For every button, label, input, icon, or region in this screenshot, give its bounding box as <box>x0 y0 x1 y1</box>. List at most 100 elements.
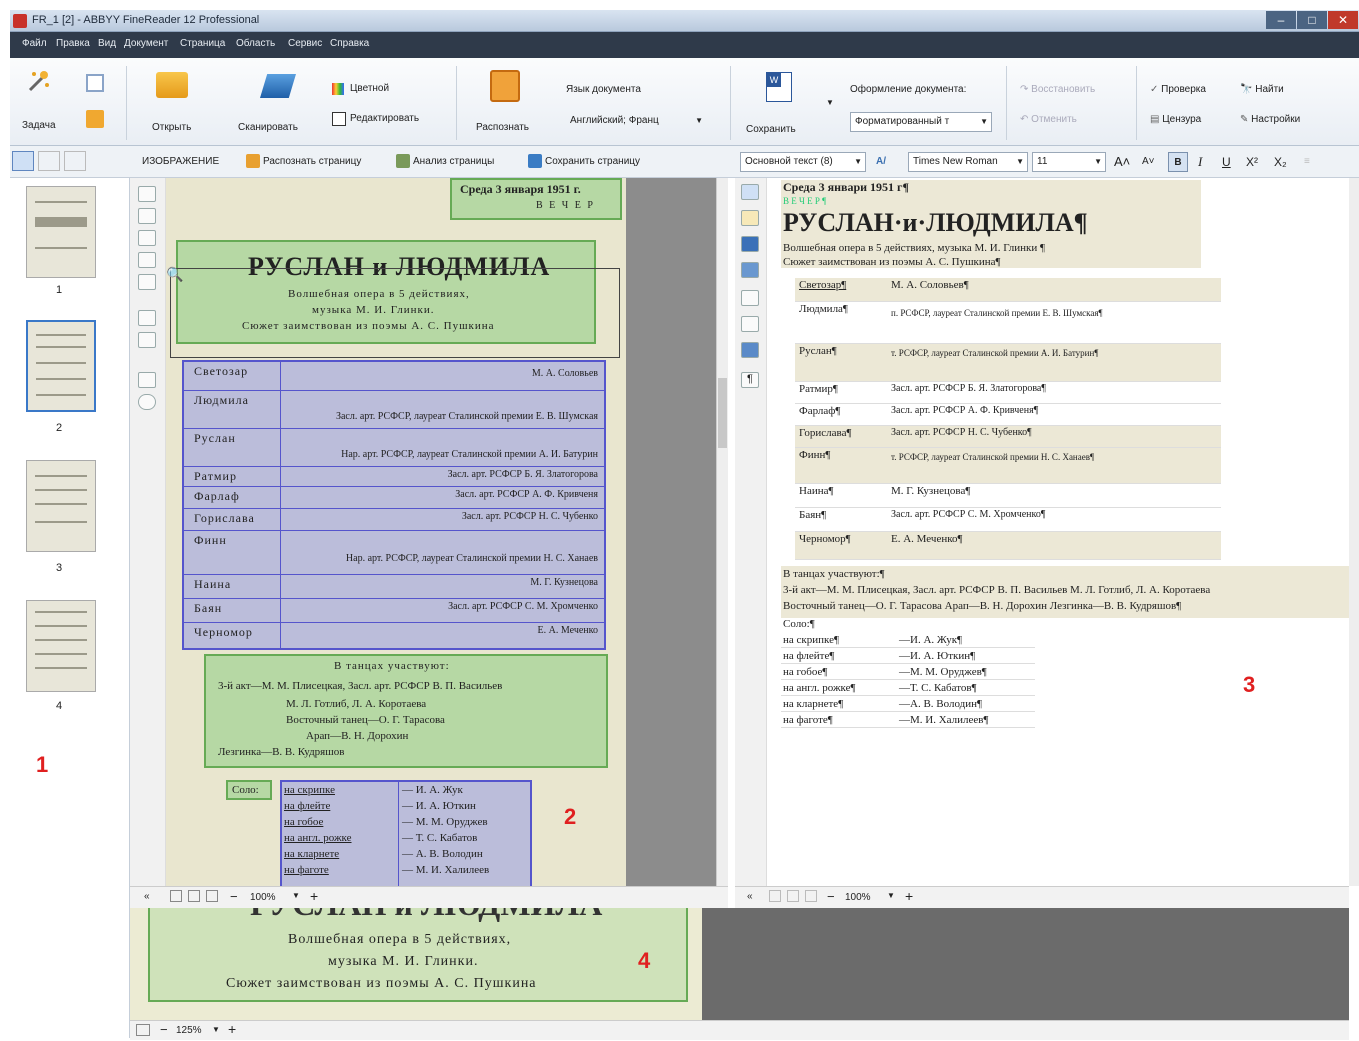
chevron-down-icon[interactable]: ▼ <box>887 891 895 900</box>
italic-button[interactable]: I <box>1198 152 1202 172</box>
menu-document[interactable]: Документ <box>124 38 168 49</box>
picture-area-tool-icon[interactable] <box>138 208 156 224</box>
subscript-button[interactable]: X₂ <box>1274 152 1287 172</box>
style-editor-icon[interactable]: A/ <box>876 152 886 172</box>
page-properties-icon[interactable] <box>64 151 86 171</box>
text-area-tool-icon[interactable] <box>138 186 156 202</box>
page-thumbnail[interactable] <box>26 600 96 692</box>
zoom-in-icon[interactable]: + <box>228 1021 236 1037</box>
task-button[interactable]: Задача <box>18 66 58 136</box>
recognize-button[interactable]: Распознать <box>470 66 540 136</box>
zoom-out-icon[interactable]: − <box>160 1022 168 1037</box>
page-thumbnail[interactable] <box>26 186 96 278</box>
scan-button[interactable]: Сканировать <box>238 66 318 136</box>
image-scrollbar[interactable] <box>716 178 728 886</box>
format-tool-icon[interactable] <box>741 262 759 278</box>
hand-tool-icon[interactable] <box>138 394 156 410</box>
undo-button[interactable]: ↶ Отменить <box>1020 114 1077 125</box>
underline-button[interactable]: U <box>1222 152 1231 172</box>
edit-image-button[interactable]: Редактировать <box>332 112 422 128</box>
picture-tool-icon[interactable] <box>741 210 759 226</box>
bold-button[interactable]: B <box>1168 152 1188 172</box>
fit-width-icon[interactable] <box>787 890 799 902</box>
zoom-pane-value[interactable]: 125% <box>176 1025 202 1036</box>
pilcrow-icon[interactable]: ¶ <box>741 372 759 388</box>
text-pane[interactable]: Среда 3 январи 1951 г¶ В Е Ч Е Р ¶ РУСЛА… <box>767 178 1349 886</box>
font-size-select[interactable]: 11 ▼ <box>1032 152 1106 172</box>
save-button[interactable]: W Сохранить <box>742 66 822 136</box>
new-task-icon[interactable] <box>86 74 104 92</box>
color-mode-button[interactable]: Цветной <box>332 82 412 98</box>
restore-button[interactable]: ↷ Восстановить <box>1020 84 1095 95</box>
censor-button[interactable]: ▤ Цензура <box>1150 114 1201 125</box>
save-dropdown-icon[interactable]: ▼ <box>826 98 834 107</box>
text-tool-icon[interactable] <box>741 184 759 200</box>
chevron-down-icon[interactable]: ▼ <box>292 891 300 900</box>
page-thumbnail[interactable] <box>26 460 96 552</box>
zoom-out-icon[interactable]: − <box>827 889 835 904</box>
doc-format-select[interactable]: Форматированный т ▼ <box>850 112 992 132</box>
fit-width-icon[interactable] <box>188 890 200 902</box>
table-area-tool-icon[interactable] <box>138 230 156 246</box>
page-thumbnail-selected[interactable] <box>26 320 96 412</box>
table-tool-icon[interactable] <box>741 236 759 252</box>
style-select[interactable]: Основной текст (8) ▼ <box>740 152 866 172</box>
image-zoom-value[interactable]: 100% <box>250 892 276 903</box>
align-icon[interactable]: ≡ <box>1304 152 1310 172</box>
zoom-in-icon[interactable]: + <box>310 888 318 904</box>
text-zoom-value[interactable]: 100% <box>845 892 871 903</box>
recognize-page-button[interactable]: Распознать страницу <box>246 152 361 172</box>
collapse-icon[interactable]: « <box>144 891 150 902</box>
scrollbar-thumb[interactable] <box>718 378 727 448</box>
verify-tool-icon[interactable] <box>741 342 759 358</box>
solo-table[interactable]: на скрипке — И. А. Жук на флейте — И. А. Ю… <box>280 780 532 886</box>
fit-height-icon[interactable] <box>206 890 218 902</box>
menu-help[interactable]: Справка <box>330 38 369 49</box>
task-list-icon[interactable] <box>86 110 104 128</box>
close-button[interactable]: ✕ <box>1328 11 1358 29</box>
details-view-icon[interactable] <box>38 151 60 171</box>
selection-frame[interactable] <box>170 268 620 358</box>
menu-tools[interactable]: Сервис <box>288 38 322 49</box>
zoom-in-icon[interactable]: + <box>905 888 913 904</box>
find-button[interactable]: 🔭 Найти <box>1240 84 1284 95</box>
minimize-button[interactable]: – <box>1266 11 1296 29</box>
fit-height-icon[interactable] <box>805 890 817 902</box>
doc-lang-select[interactable]: Английский; Франц ▼ <box>566 112 706 132</box>
comment-tool-icon[interactable] <box>741 290 759 306</box>
menu-edit[interactable]: Правка <box>56 38 90 49</box>
menu-page[interactable]: Страница <box>180 38 225 49</box>
chevron-down-icon[interactable]: ▼ <box>212 1025 220 1034</box>
maximize-button[interactable]: □ <box>1297 11 1327 29</box>
barcode-area-tool-icon[interactable] <box>138 274 156 290</box>
zoom-out-icon[interactable]: − <box>230 889 238 904</box>
cast-table[interactable]: Светозар М. А. Соловьев Людмила Засл. арт.… <box>182 360 606 650</box>
background-area-tool-icon[interactable] <box>138 252 156 268</box>
pointer-tool-icon[interactable] <box>138 372 156 388</box>
zoom-fit-icon[interactable] <box>136 1024 150 1036</box>
shrink-font-icon[interactable]: A˅ <box>1142 152 1155 172</box>
solo-label-block[interactable]: Соло: <box>226 780 272 800</box>
table-row: Горислава Засл. арт. РСФСР Н. С. Чубенко <box>184 508 604 530</box>
date-block[interactable]: Среда 3 января 1951 г. В Е Ч Е Р <box>450 178 622 220</box>
order-tool-icon[interactable] <box>138 332 156 348</box>
open-button[interactable]: Открыть <box>142 66 202 136</box>
replace-tool-icon[interactable] <box>741 316 759 332</box>
dances-block[interactable]: В танцах участвуют: 3-й акт—М. М. Плисец… <box>204 654 608 768</box>
grow-font-icon[interactable]: A˄ <box>1114 152 1130 172</box>
spell-check-button[interactable]: ✓ Проверка <box>1150 84 1206 95</box>
menu-file[interactable]: Файл <box>22 38 47 49</box>
fit-page-icon[interactable] <box>769 890 781 902</box>
thumbnail-view-icon[interactable] <box>12 151 34 171</box>
save-page-button[interactable]: Сохранить страницу <box>528 152 640 172</box>
collapse-icon[interactable]: « <box>747 891 753 902</box>
text-scrollbar[interactable] <box>1349 178 1359 886</box>
crop-tool-icon[interactable] <box>138 310 156 326</box>
menu-view[interactable]: Вид <box>98 38 116 49</box>
menu-area[interactable]: Область <box>236 38 275 49</box>
superscript-button[interactable]: X² <box>1246 152 1258 172</box>
analyze-page-button[interactable]: Анализ страницы <box>396 152 494 172</box>
fit-page-icon[interactable] <box>170 890 182 902</box>
font-select[interactable]: Times New Roman ▼ <box>908 152 1028 172</box>
settings-button[interactable]: ✎ Настройки <box>1240 114 1300 125</box>
